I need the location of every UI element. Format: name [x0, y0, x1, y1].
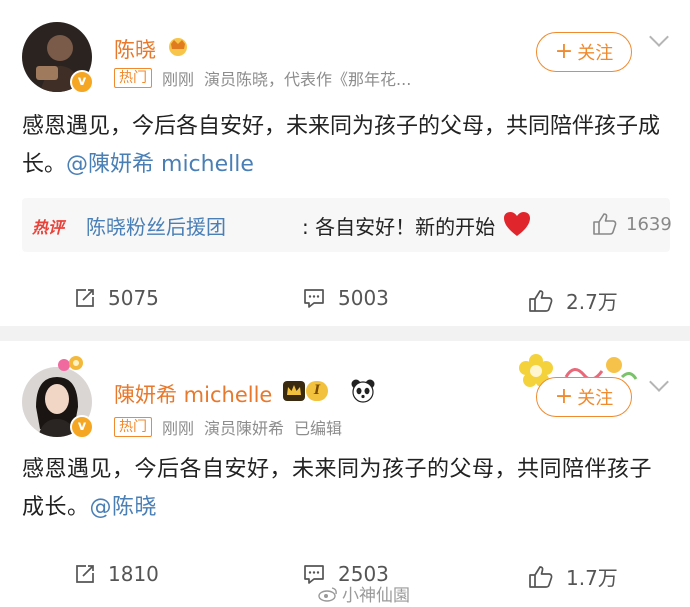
hot-tag: 热门: [114, 68, 152, 88]
vip-badge: I: [282, 380, 329, 402]
weibo-post-chenyanxi: v 陳妍希 michelle I 热门 刚刚 演员陳妍希 已编辑 + 关注 感恩…: [0, 341, 690, 607]
weibo-post-chenxiao: v 陈晓 热门 刚刚 演员陈晓，代表作《那年花... + 关注 感恩遇见，今后各…: [0, 0, 690, 326]
post-time: 刚刚: [162, 70, 195, 89]
post-text: 感恩遇见，今后各自安好，未来同为孩子的父母，共同陪伴孩子成长。@陈晓: [22, 451, 672, 527]
plus-icon: +: [554, 39, 574, 64]
hot-comment-icon: 热评: [32, 218, 65, 237]
user-bio: 演员陈晓，代表作《那年花...: [204, 70, 412, 89]
follow-label: 关注: [577, 43, 614, 64]
repost-count: 5075: [108, 286, 159, 310]
like-count: 2.7万: [566, 290, 618, 314]
comment-like-button[interactable]: 1639: [592, 212, 672, 236]
plus-icon: +: [554, 384, 574, 409]
mention-link[interactable]: @陳妍希 michelle: [66, 152, 254, 177]
comment-user[interactable]: 陈晓粉丝后援团: [86, 211, 226, 240]
follow-button[interactable]: + 关注: [536, 32, 632, 72]
comment-icon: [304, 289, 324, 308]
crown-icon: [283, 381, 305, 401]
repost-icon: [76, 565, 94, 583]
repost-button[interactable]: 5075: [74, 286, 159, 310]
like-count: 1.7万: [566, 566, 618, 590]
hot-tag: 热门: [114, 417, 152, 437]
comment-button[interactable]: 5003: [302, 286, 389, 310]
verified-badge-icon: v: [70, 415, 94, 439]
user-bio: 演员陳妍希: [204, 419, 285, 438]
comment-text: : 各自安好！新的开始: [302, 215, 496, 239]
user-name[interactable]: 陳妍希 michelle: [114, 379, 272, 409]
avatar-pendant-icon: [56, 353, 86, 379]
like-button[interactable]: 2.7万: [528, 286, 618, 315]
repost-count: 1810: [108, 562, 159, 586]
follow-button[interactable]: + 关注: [536, 377, 632, 417]
thumbs-up-icon: [593, 213, 617, 235]
edited-label: 已编辑: [294, 419, 343, 438]
mention-link[interactable]: @陈晓: [90, 495, 158, 520]
watermark-text: 小神仙園: [342, 586, 410, 606]
post-meta: 热门 刚刚 演员陈晓，代表作《那年花...: [114, 66, 411, 90]
thumbs-up-icon: [529, 565, 553, 588]
post-meta: 热门 刚刚 演员陳妍希 已编辑: [114, 415, 342, 439]
crown-icon: [166, 34, 190, 60]
weibo-logo-icon: [318, 586, 337, 602]
panda-icon: [350, 378, 376, 408]
chevron-down-icon[interactable]: [649, 372, 669, 392]
heart-icon: [504, 212, 530, 236]
verified-badge-icon: v: [70, 70, 94, 94]
thumbs-up-icon: [529, 289, 553, 312]
post-time: 刚刚: [162, 419, 195, 438]
repost-icon: [76, 289, 94, 307]
chevron-down-icon[interactable]: [649, 27, 669, 47]
post-text: 感恩遇见，今后各自安好，未来同为孩子的父母，共同陪伴孩子成长。@陳妍希 mich…: [22, 108, 672, 184]
repost-button[interactable]: 1810: [74, 562, 159, 586]
follow-label: 关注: [577, 388, 614, 409]
hot-comment[interactable]: 热评 陈晓粉丝后援团 : 各自安好！新的开始 1639: [22, 198, 672, 252]
vip-level: I: [306, 381, 329, 401]
like-button[interactable]: 1.7万: [528, 562, 618, 591]
comment-like-count: 1639: [626, 213, 672, 235]
comment-count: 5003: [338, 286, 389, 310]
watermark: 小神仙園: [318, 581, 410, 606]
post-separator: [0, 326, 690, 341]
user-name[interactable]: 陈晓: [114, 34, 156, 64]
